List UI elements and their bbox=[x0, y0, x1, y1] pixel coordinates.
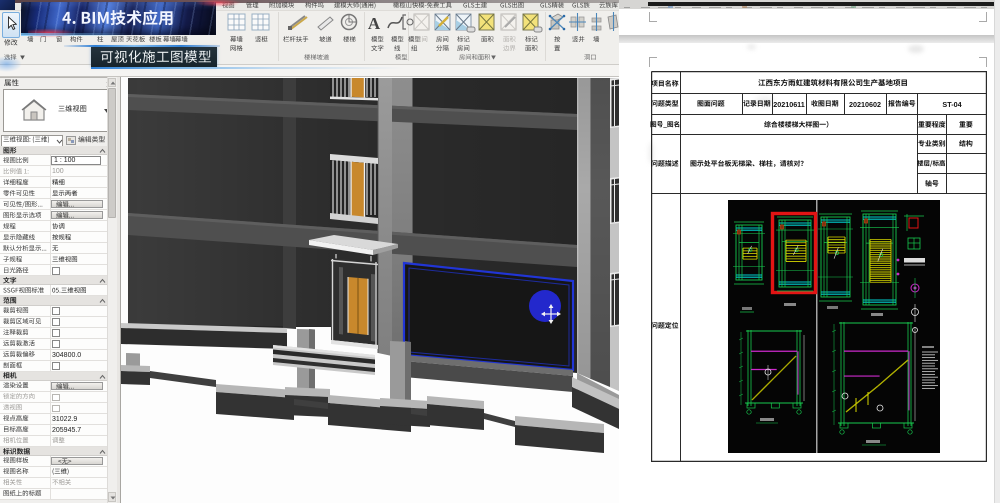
svg-text:A: A bbox=[368, 14, 381, 33]
